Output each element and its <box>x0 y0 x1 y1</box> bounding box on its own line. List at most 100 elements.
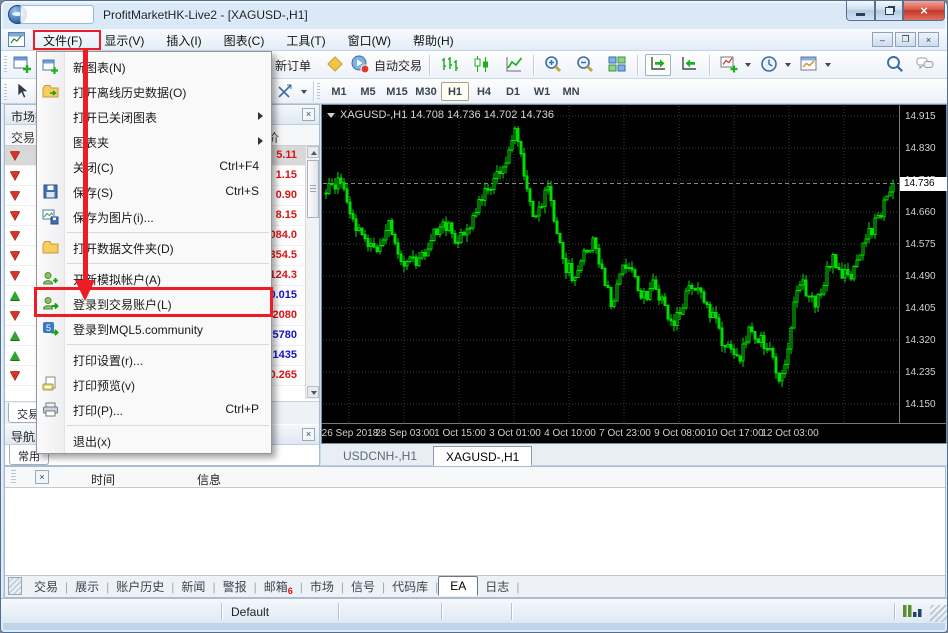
zoom-out-button[interactable] <box>573 54 597 76</box>
menu-item-4[interactable]: 图表(C) <box>213 29 276 51</box>
terminal-tab-t10[interactable]: 日志 <box>478 576 516 597</box>
terminal-tab-t6[interactable]: 市场 <box>303 576 341 597</box>
chart-tab-usdcnh-h1[interactable]: USDCNH-,H1 <box>331 446 429 466</box>
timeframe-m1[interactable]: M1 <box>325 82 353 101</box>
menu-item-2[interactable]: 显示(V) <box>93 29 155 51</box>
file-menu-item[interactable]: 保存为图片(i)... <box>37 204 271 229</box>
terminal-grip[interactable] <box>11 470 16 485</box>
file-menu-item-label: 退出(x) <box>73 435 111 449</box>
mdi-close-button[interactable]: × <box>918 32 939 47</box>
timeframe-h4[interactable]: H4 <box>470 82 498 101</box>
candlestick-chart-button[interactable] <box>470 54 494 76</box>
toolbar-grip[interactable] <box>4 56 7 74</box>
chart-tab-xagusd-h1[interactable]: XAGUSD-,H1 <box>433 446 532 466</box>
autotrading-button[interactable]: 自动交易 <box>348 54 424 76</box>
navigator-title: 导航 <box>11 430 35 444</box>
indicators-button[interactable] <box>717 54 753 76</box>
price-scale[interactable]: 14.91514.83014.74514.66014.57514.49014.4… <box>899 105 947 423</box>
scrollbar-thumb[interactable] <box>307 160 319 218</box>
timeframe-m5[interactable]: M5 <box>354 82 382 101</box>
cursor-button[interactable] <box>10 81 34 103</box>
submenu-arrow-icon <box>258 137 263 145</box>
zoom-in-button[interactable] <box>541 54 565 76</box>
auto-scroll-button[interactable] <box>645 54 671 76</box>
file-menu-item[interactable]: 打印(P)...Ctrl+P <box>37 397 271 422</box>
file-menu-item[interactable]: 新图表(N) <box>37 54 271 79</box>
timeframe-d1[interactable]: D1 <box>499 82 527 101</box>
search-button[interactable] <box>883 54 907 76</box>
templates-button[interactable] <box>797 54 833 76</box>
time-scale[interactable]: 26 Sep 201828 Sep 03:001 Oct 15:003 Oct … <box>322 423 948 443</box>
terminal-tabs-handle[interactable] <box>8 577 22 595</box>
terminal-tab-t3[interactable]: 新闻 <box>174 576 212 597</box>
terminal-tab-t5[interactable]: 邮箱6 <box>257 576 300 597</box>
terminal-tab-t7[interactable]: 信号 <box>344 576 382 597</box>
line-chart-button[interactable] <box>502 54 526 76</box>
search-icon <box>885 54 905 77</box>
new-chart-button[interactable] <box>10 54 34 76</box>
terminal-tab-t2[interactable]: 账户历史 <box>109 576 171 597</box>
file-menu-item[interactable]: 退出(x) <box>37 428 271 453</box>
timeframe-m30[interactable]: M30 <box>412 82 440 101</box>
toolbar-grip[interactable] <box>317 83 320 101</box>
timeframe-mn[interactable]: MN <box>557 82 585 101</box>
file-menu-item[interactable]: 保存(S)Ctrl+S <box>37 179 271 204</box>
chart-plot[interactable] <box>323 106 899 423</box>
file-menu-item[interactable]: 图表夹 <box>37 129 271 154</box>
toolbar-separator <box>313 82 314 102</box>
message-column-label: 信息 <box>197 471 221 488</box>
file-menu-item[interactable]: 打开离线历史数据(O) <box>37 79 271 104</box>
chart-shift-button[interactable] <box>677 54 701 76</box>
save-picture-icon <box>42 208 59 225</box>
price-tick-label: 14.235 <box>905 367 936 378</box>
timeframe-m15[interactable]: M15 <box>383 82 411 101</box>
mdi-restore-button[interactable]: ❐ <box>895 32 916 47</box>
terminal-close-icon[interactable]: × <box>35 470 49 484</box>
file-menu-item[interactable]: 打开已关闭图表 <box>37 104 271 129</box>
file-menu-item[interactable]: 打印设置(r)... <box>37 347 271 372</box>
file-menu-item[interactable]: 5登录到MQL5.community <box>37 316 271 341</box>
market-watch-close-icon[interactable]: × <box>302 108 315 121</box>
menu-item-7[interactable]: 帮助(H) <box>402 29 465 51</box>
restore-button[interactable] <box>875 1 903 21</box>
market-watch-scrollbar[interactable] <box>305 146 319 399</box>
chat-button[interactable] <box>913 54 937 76</box>
tile-windows-button[interactable] <box>605 54 629 76</box>
metaeditor-button[interactable] <box>323 54 347 76</box>
terminal-tab-t4[interactable]: 警报 <box>216 576 254 597</box>
file-menu-item[interactable]: 打开数据文件夹(D) <box>37 235 271 260</box>
menu-item-6[interactable]: 窗口(W) <box>337 29 402 51</box>
resize-grip[interactable] <box>930 605 947 622</box>
timeframe-h1[interactable]: H1 <box>441 82 469 101</box>
scroll-up-button[interactable] <box>307 146 319 158</box>
line-studies-button[interactable] <box>273 81 309 103</box>
chat-icon <box>915 54 935 77</box>
price-down-arrow-icon <box>10 311 20 320</box>
terminal-tab-t0[interactable]: 交易 <box>27 576 65 597</box>
price-up-arrow-icon <box>10 291 20 300</box>
scroll-down-button[interactable] <box>307 386 319 398</box>
file-menu-item[interactable]: 关闭(C)Ctrl+F4 <box>37 154 271 179</box>
file-menu-item[interactable]: 打印预览(v) <box>37 372 271 397</box>
mdi-minimize-button[interactable]: – <box>872 32 893 47</box>
toolbar-separator <box>709 55 710 75</box>
bid-price: 0.90 <box>276 189 297 201</box>
menu-item-3[interactable]: 插入(I) <box>155 29 212 51</box>
terminal-tab-t8[interactable]: 代码库 <box>385 576 435 597</box>
bid-price: 2080 <box>273 309 297 321</box>
time-tick-label: 10 Oct 17:00 <box>706 428 763 439</box>
menu-item-5[interactable]: 工具(T) <box>275 29 336 51</box>
annotation-arrow-line <box>83 50 88 281</box>
periods-button[interactable] <box>757 54 793 76</box>
toolbar-grip[interactable] <box>4 84 7 102</box>
new-chart-icon <box>12 54 32 77</box>
navigator-close-icon[interactable]: × <box>302 428 315 441</box>
timeframe-w1[interactable]: W1 <box>528 82 556 101</box>
terminal-tab-ea[interactable]: EA <box>438 576 478 596</box>
bar-chart-button[interactable] <box>438 54 462 76</box>
shortcut-label: Ctrl+S <box>225 184 259 198</box>
restore-icon <box>885 7 894 15</box>
close-button[interactable]: × <box>903 1 945 21</box>
terminal-tab-t1[interactable]: 展示 <box>68 576 106 597</box>
minimize-button[interactable] <box>846 1 875 21</box>
